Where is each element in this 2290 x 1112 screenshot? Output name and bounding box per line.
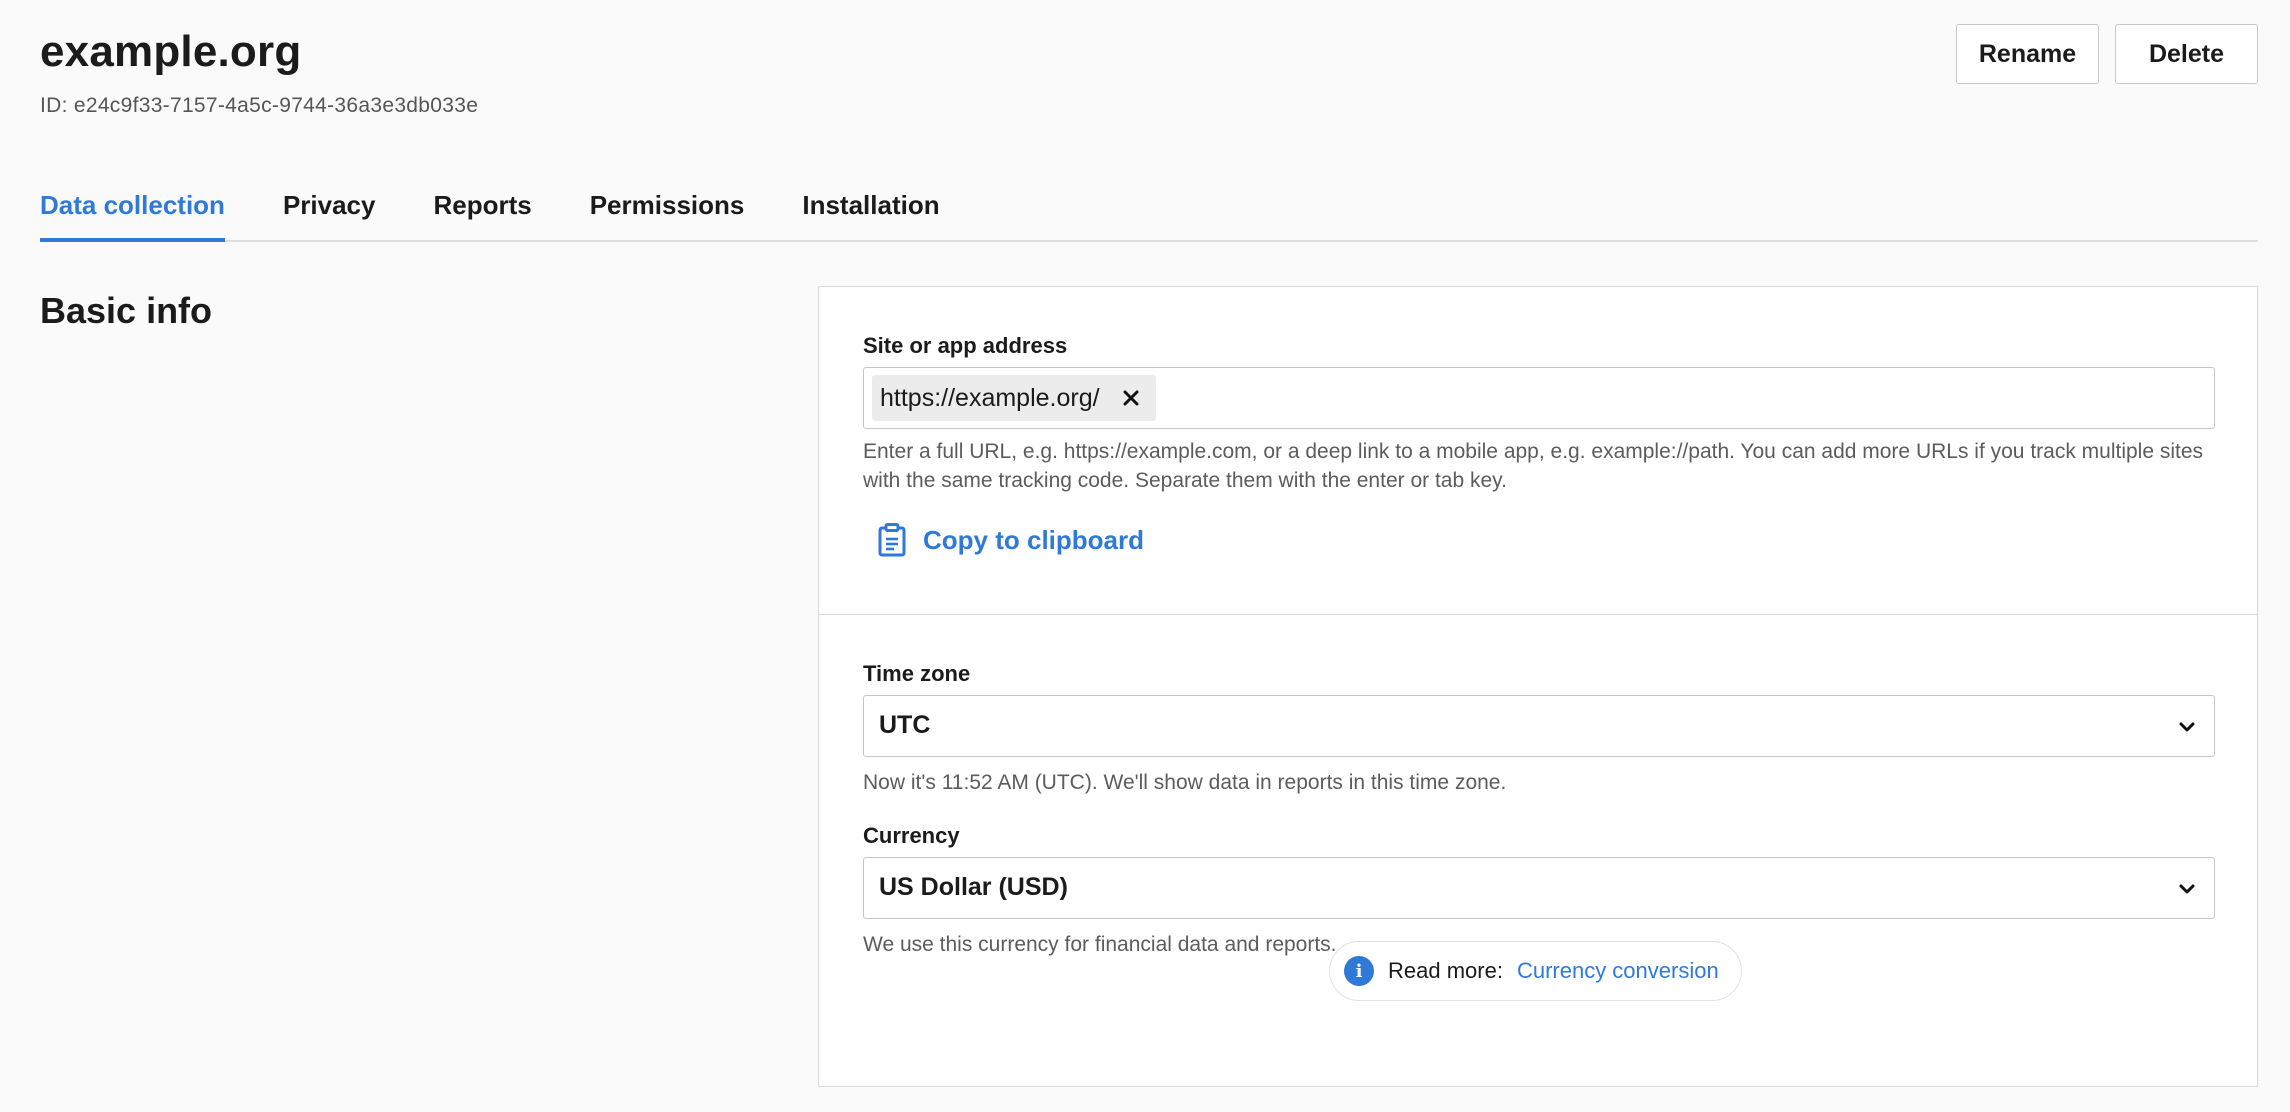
site-id: ID: e24c9f33-7157-4a5c-9744-36a3e3db033e — [40, 94, 479, 117]
time-zone-label: Time zone — [863, 661, 971, 686]
rename-button[interactable]: Rename — [1956, 24, 2099, 84]
site-address-block: Site or app address https://example.org/… — [819, 287, 2257, 615]
copy-to-clipboard-label: Copy to clipboard — [923, 524, 1144, 555]
site-address-input[interactable]: https://example.org/ — [863, 367, 2215, 429]
read-more-prefix: Read more: — [1388, 958, 1503, 983]
site-header: example.org ID: e24c9f33-7157-4a5c-9744-… — [40, 22, 2258, 132]
copy-to-clipboard-link[interactable]: Copy to clipboard — [877, 523, 1144, 557]
currency-label: Currency — [863, 823, 960, 848]
section-heading: Basic info — [40, 290, 213, 331]
basic-info-card: Site or app address https://example.org/… — [818, 286, 2258, 1087]
delete-button[interactable]: Delete — [2115, 24, 2258, 84]
info-icon: i — [1344, 956, 1374, 986]
read-more-note: i Read more: Currency conversion — [1329, 941, 1742, 1001]
time-zone-value: UTC — [879, 711, 931, 739]
url-chip-text: https://example.org/ — [880, 383, 1100, 412]
page-title: example.org — [40, 27, 302, 76]
time-zone-select[interactable]: UTC — [863, 695, 2215, 757]
url-chip: https://example.org/ — [872, 375, 1156, 421]
site-address-help: Enter a full URL, e.g. https://example.c… — [863, 440, 2204, 492]
clipboard-icon — [877, 523, 907, 557]
tab-permissions[interactable]: Permissions — [590, 170, 745, 240]
time-zone-help: Now it's 11:52 AM (UTC). We'll show data… — [863, 771, 1507, 794]
header-actions: Rename Delete — [1956, 24, 2258, 84]
currency-conversion-link[interactable]: Currency conversion — [1517, 958, 1719, 984]
currency-value: US Dollar (USD) — [879, 873, 1068, 901]
settings-tabs: Data collection Privacy Reports Permissi… — [40, 170, 2258, 242]
chevron-down-icon — [2179, 722, 2195, 732]
tab-reports[interactable]: Reports — [433, 170, 531, 240]
site-address-label: Site or app address — [863, 333, 1068, 358]
tab-privacy[interactable]: Privacy — [283, 170, 376, 240]
tab-data-collection[interactable]: Data collection — [40, 170, 225, 242]
site-settings-page: example.org ID: e24c9f33-7157-4a5c-9744-… — [0, 0, 2290, 1112]
chevron-down-icon — [2179, 884, 2195, 894]
tab-installation[interactable]: Installation — [802, 170, 939, 240]
locale-block: Time zone UTC Now it's 11:52 AM (UTC). W… — [819, 615, 2257, 1087]
currency-select[interactable]: US Dollar (USD) — [863, 857, 2215, 919]
close-icon[interactable] — [1120, 387, 1142, 409]
